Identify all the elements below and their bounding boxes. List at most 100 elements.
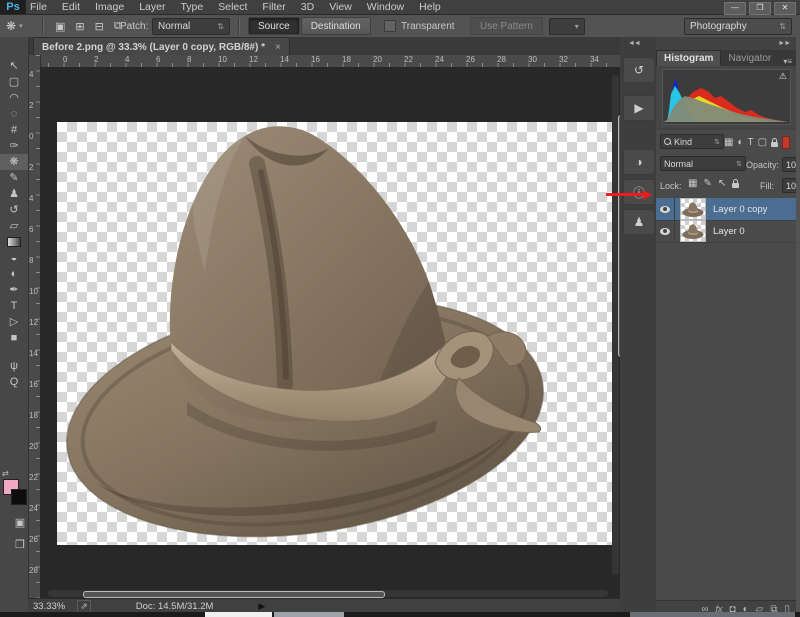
type-tool[interactable]: T [0, 298, 28, 314]
destination-button[interactable]: Destination [301, 17, 371, 35]
history-panel-icon[interactable]: ↺ [623, 57, 655, 83]
menu-edit[interactable]: Edit [62, 1, 80, 13]
canvas-area[interactable] [40, 67, 620, 598]
window-buttons: — ❒ ✕ [724, 2, 796, 15]
tab-histogram[interactable]: Histogram [656, 50, 721, 66]
opacity-label: Opacity: [746, 160, 779, 170]
history-brush-tool[interactable]: ↺ [0, 202, 28, 218]
zoom-level[interactable]: 33.33% [33, 601, 65, 612]
shape-tool[interactable]: ■ [0, 330, 28, 346]
marquee-tool[interactable]: ▢ [0, 74, 28, 90]
screen-mode-button[interactable]: ❒ [6, 537, 34, 553]
clone-source-panel-icon[interactable]: ♟ [623, 209, 655, 235]
document-tab[interactable]: Before 2.png @ 33.3% (Layer 0 copy, RGB/… [33, 37, 290, 56]
blend-mode-dropdown[interactable]: Normal ⇅ [660, 156, 746, 171]
panel-menu-icon[interactable]: ▾≡ [783, 57, 792, 66]
ruler-tick-label: 10 [29, 287, 38, 296]
menu-select[interactable]: Select [218, 1, 247, 13]
dodge-tool[interactable]: ◐ [0, 266, 28, 282]
layer-thumbnail[interactable] [680, 198, 706, 220]
pattern-picker[interactable]: ▾ [549, 18, 585, 35]
export-icon[interactable]: ⇗ [77, 600, 91, 613]
filter-toggle-slider[interactable] [782, 136, 790, 149]
clone-stamp-tool[interactable]: ♟ [0, 186, 28, 202]
source-label: Source [258, 21, 290, 32]
shape-tool-icon: ■ [11, 330, 18, 346]
restore-button[interactable]: ❒ [749, 2, 771, 15]
layer-row-layer-0[interactable]: Layer 0 [656, 220, 796, 243]
menu-file[interactable]: File [30, 1, 47, 13]
source-button[interactable]: Source [248, 17, 300, 35]
warning-icon[interactable]: ⚠ [779, 71, 787, 82]
eyedropper-tool[interactable]: ✑ [0, 138, 28, 154]
lock-all-icon[interactable] [732, 183, 739, 188]
scroll-thumb[interactable] [83, 591, 385, 598]
crop-tool-icon: # [11, 122, 17, 138]
gradient-tool[interactable] [0, 234, 28, 250]
lock-position-icon[interactable]: ↖ [718, 178, 726, 189]
expand-dock-icon[interactable]: ◄◄ [628, 40, 640, 47]
minimize-button[interactable]: — [724, 2, 746, 15]
taskbar-segment [274, 612, 344, 617]
transparent-checkbox[interactable] [384, 20, 396, 32]
document-canvas[interactable] [57, 122, 612, 545]
workspace-value: Photography [690, 21, 747, 32]
status-flyout-icon[interactable]: ▶ [258, 601, 265, 612]
tab-navigator[interactable]: Navigator [721, 51, 778, 66]
new-selection-icon[interactable]: ▣ [52, 20, 68, 33]
menu-3d[interactable]: 3D [301, 1, 314, 13]
tool-preset-picker[interactable]: ❋ ▾ [6, 15, 23, 37]
filter-type-layers-icon[interactable]: T [748, 137, 754, 148]
patch-mode-dropdown[interactable]: Normal ⇅ [152, 18, 230, 35]
lock-transparency-icon[interactable]: ▦ [688, 178, 697, 189]
filter-smart-objects-icon[interactable] [771, 142, 778, 147]
menu-filter[interactable]: Filter [262, 1, 285, 13]
kind-label: Kind [674, 137, 692, 147]
quick-selection-tool[interactable]: ◌ [0, 106, 28, 122]
menu-window[interactable]: Window [367, 1, 404, 13]
visibility-toggle[interactable] [656, 220, 675, 242]
eraser-tool[interactable]: ▱ [0, 218, 28, 234]
blur-tool[interactable]: ◒ [0, 250, 28, 266]
zoom-tool[interactable]: Q [0, 374, 28, 390]
add-selection-icon[interactable]: ⊞ [72, 20, 87, 33]
vertical-scrollbar[interactable] [612, 75, 619, 575]
menu-layer[interactable]: Layer [139, 1, 165, 13]
quick-mask-button[interactable]: ▣ [6, 515, 34, 531]
background-color-swatch[interactable] [11, 489, 27, 505]
filter-adjustment-layers-icon[interactable]: ◐ [737, 137, 743, 148]
eye-icon [660, 228, 670, 235]
taskbar-strip [0, 612, 800, 617]
filter-pixel-layers-icon[interactable]: ▦ [724, 137, 733, 148]
horizontal-scrollbar[interactable] [48, 590, 608, 597]
brush-tool[interactable]: ✎ [0, 170, 28, 186]
close-tab-icon[interactable]: × [275, 42, 281, 53]
hand-tool[interactable]: ψ [0, 358, 28, 374]
workspace-dropdown[interactable]: Photography ⇅ [684, 18, 792, 35]
actions-panel-icon[interactable]: ▶ [623, 95, 655, 121]
adjustments-panel-icon[interactable]: ◑ [623, 149, 655, 175]
swap-colors-icon[interactable]: ⇄ [2, 469, 9, 478]
menu-image[interactable]: Image [95, 1, 124, 13]
menu-help[interactable]: Help [419, 1, 441, 13]
crop-tool[interactable]: # [0, 122, 28, 138]
layer-row-layer-0-copy[interactable]: Layer 0 copy [656, 198, 796, 221]
close-button[interactable]: ✕ [774, 2, 796, 15]
visibility-toggle[interactable] [656, 198, 675, 220]
filter-shape-layers-icon[interactable]: ▢ [758, 137, 767, 148]
move-tool[interactable]: ↖ [0, 58, 28, 74]
layer-name: Layer 0 copy [713, 204, 767, 215]
path-selection-tool[interactable]: ▷ [0, 314, 28, 330]
lock-pixels-icon[interactable]: ✎ [703, 178, 711, 189]
menu-view[interactable]: View [329, 1, 352, 13]
collapse-dock-icon[interactable]: ►► [778, 40, 790, 47]
filter-kind-dropdown[interactable]: Kind ⇅ [660, 134, 724, 149]
patch-tool[interactable]: ❋ [0, 154, 28, 170]
layer-thumbnail[interactable] [680, 220, 706, 242]
menu-type[interactable]: Type [180, 1, 203, 13]
document-size-info: Doc: 14.5M/31.2M [136, 601, 214, 612]
clone-stamp-tool-icon: ♟ [9, 186, 19, 202]
subtract-selection-icon[interactable]: ⊟ [92, 20, 107, 33]
pen-tool[interactable]: ✒ [0, 282, 28, 298]
lasso-tool[interactable]: ◠ [0, 90, 28, 106]
